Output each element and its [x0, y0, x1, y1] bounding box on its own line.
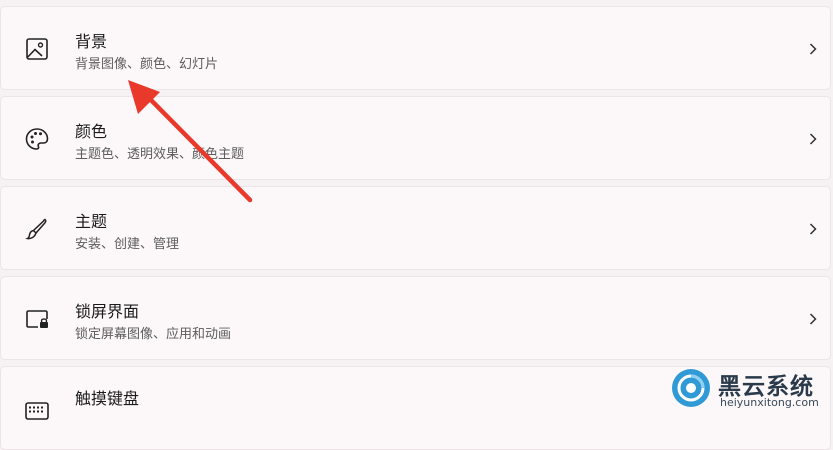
chevron-right-icon	[805, 221, 821, 237]
chevron-right-icon	[805, 131, 821, 147]
settings-item-description: 主题色、透明效果、颜色主题	[75, 147, 245, 162]
watermark-url: heiyunxitong.com	[720, 396, 819, 409]
settings-item-title: 主题	[75, 212, 108, 231]
settings-item-lock-screen[interactable]: 锁屏界面 锁定屏幕图像、应用和动画	[0, 276, 831, 360]
settings-item-title: 颜色	[75, 122, 108, 141]
brush-icon	[23, 215, 51, 243]
settings-item-description: 锁定屏幕图像、应用和动画	[75, 327, 232, 342]
logo-icon	[670, 367, 712, 409]
settings-item-title: 触摸键盘	[75, 389, 140, 408]
image-icon	[23, 35, 51, 63]
settings-item-title: 背景	[75, 32, 108, 51]
settings-item-description: 背景图像、颜色、幻灯片	[75, 57, 219, 72]
settings-item-background[interactable]: 背景 背景图像、颜色、幻灯片	[0, 6, 831, 90]
settings-item-themes[interactable]: 主题 安装、创建、管理	[0, 186, 831, 270]
palette-icon	[23, 125, 51, 153]
keyboard-icon	[23, 397, 51, 425]
watermark: 黑云系统 heiyunxitong.com	[664, 363, 830, 413]
settings-item-description: 安装、创建、管理	[75, 237, 180, 252]
chevron-right-icon	[805, 41, 821, 57]
settings-item-colors[interactable]: 颜色 主题色、透明效果、颜色主题	[0, 96, 831, 180]
lock-screen-icon	[23, 305, 51, 333]
settings-item-title: 锁屏界面	[75, 302, 140, 321]
chevron-right-icon	[805, 311, 821, 327]
